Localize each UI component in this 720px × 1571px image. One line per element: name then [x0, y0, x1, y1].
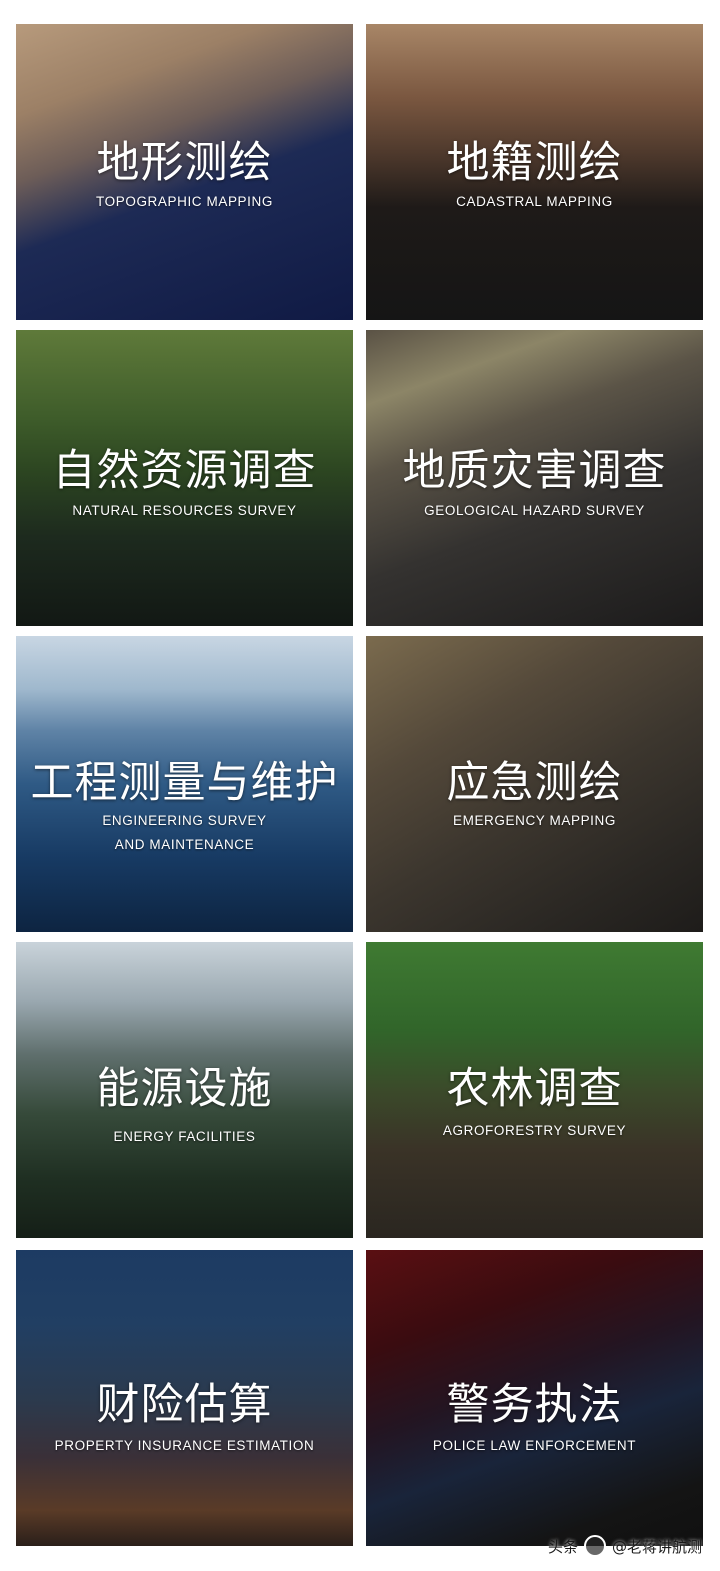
tile-title: 财险估算 [96, 1380, 273, 1430]
tile-title: 地籍测绘 [446, 138, 623, 188]
tile-emergency-mapping[interactable]: 应急测绘 EMERGENCY MAPPING [366, 636, 703, 932]
tile-subtitle: EMERGENCY MAPPING [453, 813, 616, 828]
tile-subtitle: ENERGY FACILITIES [113, 1129, 256, 1144]
tile-subtitle-line2: AND MAINTENANCE [114, 837, 255, 852]
tile-subtitle: PROPERTY INSURANCE ESTIMATION [54, 1438, 315, 1453]
tile-subtitle: AGROFORESTRY SURVEY [442, 1123, 627, 1138]
tile-subtitle: GEOLOGICAL HAZARD SURVEY [424, 503, 645, 518]
tile-natural-resources-survey[interactable]: 自然资源调查 NATURAL RESOURCES SURVEY [16, 330, 353, 626]
brand-logo-icon [583, 1535, 606, 1557]
tile-title: 应急测绘 [446, 758, 623, 808]
tile-title: 工程测量与维护 [30, 758, 339, 808]
tile-subtitle: NATURAL RESOURCES SURVEY [72, 503, 297, 518]
tile-property-insurance-estimation[interactable]: 财险估算 PROPERTY INSURANCE ESTIMATION [16, 1250, 353, 1546]
tile-engineering-survey[interactable]: 工程测量与维护 ENGINEERING SURVEY AND MAINTENAN… [16, 636, 353, 932]
tile-agroforestry-survey[interactable]: 农林调查 AGROFORESTRY SURVEY [366, 942, 703, 1238]
tile-cadastral-mapping[interactable]: 地籍测绘 CADASTRAL MAPPING [366, 24, 703, 320]
tile-subtitle: CADASTRAL MAPPING [456, 194, 613, 209]
footer-watermark: 头条 @老蒋讲航测 [548, 1535, 702, 1557]
footer-handle: @老蒋讲航测 [611, 1537, 702, 1556]
tile-title: 地形测绘 [96, 138, 273, 188]
tile-title: 警务执法 [446, 1380, 623, 1430]
tile-subtitle: TOPOGRAPHIC MAPPING [96, 194, 273, 209]
tile-title: 农林调查 [446, 1064, 623, 1114]
tile-subtitle: POLICE LAW ENFORCEMENT [432, 1438, 637, 1453]
tile-title: 地质灾害调查 [402, 446, 667, 496]
tile-police-law-enforcement[interactable]: 警务执法 POLICE LAW ENFORCEMENT [366, 1250, 703, 1546]
tile-subtitle: ENGINEERING SURVEY [102, 813, 267, 828]
tile-title: 自然资源调查 [52, 446, 317, 496]
tile-title: 能源设施 [96, 1064, 273, 1114]
tile-topographic-mapping[interactable]: 地形测绘 TOPOGRAPHIC MAPPING [16, 24, 353, 320]
tile-geological-hazard-survey[interactable]: 地质灾害调查 GEOLOGICAL HAZARD SURVEY [366, 330, 703, 626]
tile-energy-facilities[interactable]: 能源设施 ENERGY FACILITIES [16, 942, 353, 1238]
footer-prefix: 头条 [547, 1537, 578, 1556]
